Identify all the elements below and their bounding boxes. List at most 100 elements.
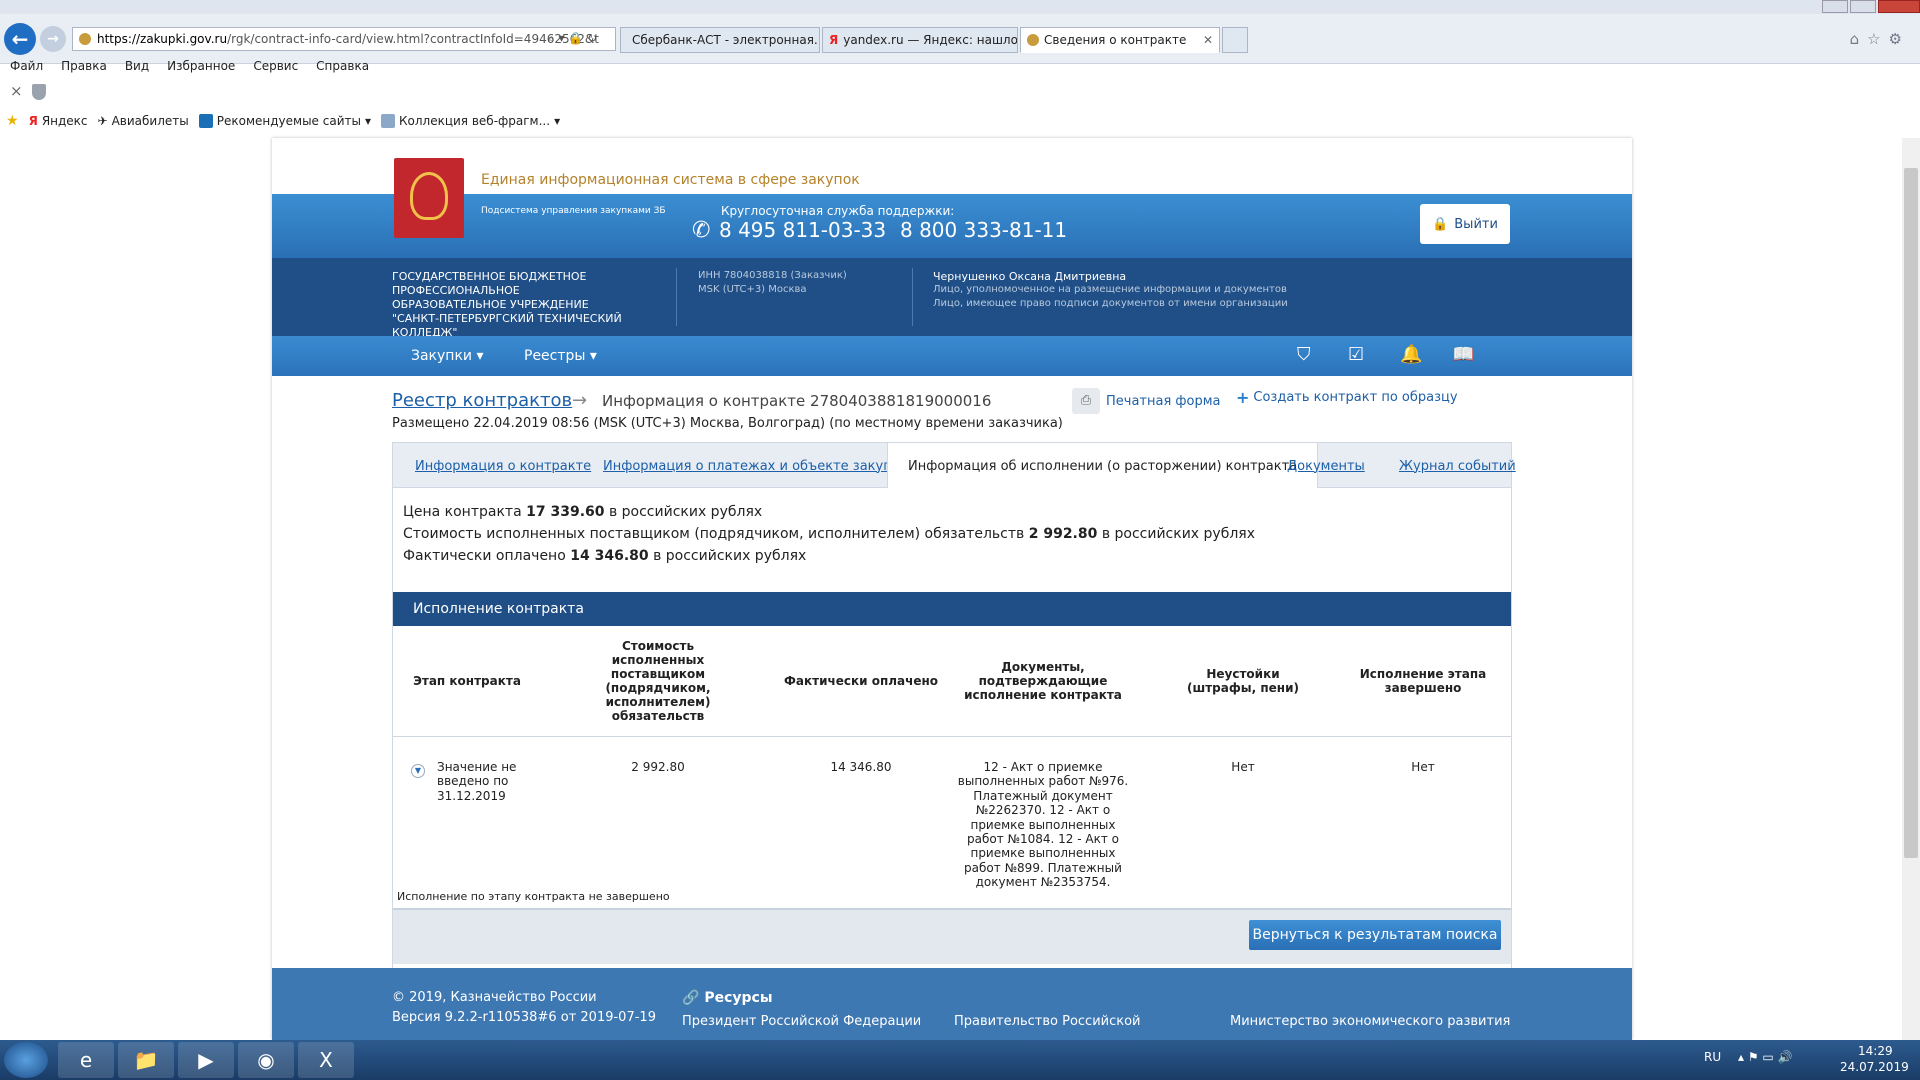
main-content: Реестр контрактов → Информация о контрак… xyxy=(272,376,1632,1032)
header-top: Единая информационная система в сфере за… xyxy=(272,138,1632,194)
close-icon[interactable]: × xyxy=(10,82,23,100)
create-contract-link[interactable]: + Создать контракт по образцу xyxy=(1236,388,1458,407)
close-window-icon[interactable] xyxy=(1878,0,1920,13)
tab-events[interactable]: Журнал событий xyxy=(1399,443,1516,489)
footer-link-president[interactable]: Президент Российской Федерации xyxy=(682,1014,921,1029)
maximize-icon[interactable] xyxy=(1850,0,1876,13)
footer: © 2019, Казначейство России Версия 9.2.2… xyxy=(272,968,1632,1040)
paid-currency: в российских рублях xyxy=(653,548,807,564)
folder-icon[interactable]: 📁 xyxy=(118,1042,174,1078)
org-inn: ИНН 7804038818 (Заказчик) xyxy=(698,270,847,281)
menu-help[interactable]: Справка xyxy=(316,59,369,73)
row-stage: Значение не введено по 31.12.2019 xyxy=(437,760,517,803)
org-info-bar: ГОСУДАРСТВЕННОЕ БЮДЖЕТНОЕ ПРОФЕССИОНАЛЬН… xyxy=(272,258,1632,339)
page-scrollbar[interactable] xyxy=(1902,138,1920,1040)
fav-yandex[interactable]: Я Яндекс xyxy=(29,114,88,128)
expand-icon[interactable]: ▼ xyxy=(411,764,425,778)
tab-yandex[interactable]: Я yandex.ru — Яндекс: нашлось... xyxy=(822,27,1018,53)
header-docs: Документы, подтверждающие исполнение кон… xyxy=(964,660,1122,702)
forward-icon[interactable]: → xyxy=(40,26,66,52)
back-icon[interactable]: ← xyxy=(4,23,36,55)
fav-webslices[interactable]: Коллекция веб-фрагм... ▾ xyxy=(381,114,560,128)
nav-purchases[interactable]: Закупки ▾ xyxy=(411,348,484,364)
price-value: 17 339.60 xyxy=(526,504,605,520)
command-bar: × xyxy=(0,82,1920,102)
printer-icon: ⎙ xyxy=(1072,388,1100,414)
bell-icon[interactable]: 🔔 xyxy=(1400,344,1422,365)
logout-label: Выйти xyxy=(1454,216,1498,232)
search-icon[interactable]: ⌕ ▾ 🔒 ↻ xyxy=(548,31,597,46)
menu-view[interactable]: Вид xyxy=(125,59,149,73)
new-tab-button[interactable] xyxy=(1222,27,1248,53)
plane-icon: ✈ xyxy=(97,114,108,128)
org-name: ГОСУДАРСТВЕННОЕ БЮДЖЕТНОЕ ПРОФЕССИОНАЛЬН… xyxy=(392,270,622,339)
close-tab-icon[interactable]: ✕ xyxy=(1203,33,1213,47)
print-form-link[interactable]: ⎙ Печатная форма xyxy=(1072,388,1221,414)
tab-payments[interactable]: Информация о платежах и объекте закупки xyxy=(603,443,908,489)
menu-edit[interactable]: Правка xyxy=(61,59,107,73)
menu-tools[interactable]: Сервис xyxy=(253,59,298,73)
copyright: © 2019, Казначейство России xyxy=(392,990,597,1005)
back-to-results-button[interactable]: Вернуться к результатам поиска xyxy=(1249,920,1501,950)
start-button[interactable] xyxy=(4,1042,48,1078)
tab-label: Сбербанк-АСТ - электронная... xyxy=(632,33,820,47)
footer-link-government[interactable]: Правительство Российской xyxy=(954,1014,1141,1029)
tab-execution[interactable]: Информация об исполнении (о расторжении)… xyxy=(887,443,1319,489)
language-indicator[interactable]: RU xyxy=(1704,1050,1721,1064)
footer-link-ministry[interactable]: Министерство экономического развития xyxy=(1230,1014,1510,1029)
web-page: Единая информационная система в сфере за… xyxy=(272,138,1632,1040)
logout-button[interactable]: 🔒 Выйти xyxy=(1420,204,1510,244)
fav-label: Авиабилеты xyxy=(111,114,189,128)
fav-label: Коллекция веб-фрагм... xyxy=(399,114,551,128)
tray-icons[interactable]: ▴ ⚑ ▭ 🔊 xyxy=(1738,1050,1793,1064)
tab-contract-info[interactable]: Информация о контракте xyxy=(415,443,591,489)
menu-file[interactable]: Файл xyxy=(10,59,43,73)
nav-label: Закупки xyxy=(411,348,473,364)
address-bar[interactable]: https://zakupki.gov.ru/rgk/contract-info… xyxy=(72,27,616,51)
tab-contract-info[interactable]: Сведения о контракте ✕ xyxy=(1020,27,1220,53)
window-controls xyxy=(1810,0,1920,14)
print-label: Печатная форма xyxy=(1106,393,1221,409)
row-docs: 12 - Акт о приемке выполненных работ №97… xyxy=(957,760,1129,890)
fav-recommended[interactable]: Рекомендуемые сайты ▾ xyxy=(198,114,371,128)
resources-label: Ресурсы xyxy=(704,990,773,1006)
fav-avia[interactable]: ✈ Авиабилеты xyxy=(98,114,189,128)
phone-1: 8 495 811-03-33 xyxy=(719,218,887,242)
price-currency: в российских рублях xyxy=(608,504,763,520)
header-paid: Фактически оплачено xyxy=(783,674,939,688)
scroll-thumb[interactable] xyxy=(1904,168,1918,858)
paid-value: 14 346.80 xyxy=(570,548,649,564)
browser-chrome: ← → https://zakupki.gov.ru/rgk/contract-… xyxy=(0,0,1920,138)
russian-emblem-icon xyxy=(394,158,464,238)
breadcrumb-root[interactable]: Реестр контрактов xyxy=(392,390,572,411)
row-paid: 14 346.80 xyxy=(830,760,892,774)
tab-sberbank[interactable]: Сбербанк-АСТ - электронная... xyxy=(620,27,820,53)
excel-icon[interactable]: X xyxy=(298,1042,354,1078)
book-search-icon[interactable]: 📖 xyxy=(1452,344,1474,365)
shield-icon[interactable] xyxy=(32,84,46,100)
title-bar xyxy=(0,0,1920,14)
site-favicon-icon xyxy=(79,33,91,45)
cost-value: 2 992.80 xyxy=(1028,526,1098,542)
bottom-bar: Вернуться к результатам поиска xyxy=(393,908,1511,964)
calendar-icon[interactable]: ☑ xyxy=(1348,344,1364,365)
nav-registries[interactable]: Реестры ▾ xyxy=(524,348,597,364)
header-support: Подсистема управления закупками ЗБ Кругл… xyxy=(272,194,1632,258)
media-player-icon[interactable]: ▶ xyxy=(178,1042,234,1078)
stage-note: Исполнение по этапу контракта не заверше… xyxy=(397,890,670,903)
row-done: Нет xyxy=(1411,760,1435,774)
subsystem-label: Подсистема управления закупками ЗБ xyxy=(481,206,666,216)
row-cost: 2 992.80 xyxy=(631,760,685,774)
version: Версия 9.2.2-r110538#6 от 2019-07-19 xyxy=(392,1010,656,1025)
tab-documents[interactable]: Документы xyxy=(1287,443,1365,489)
breadcrumb-current: Информация о контракте 27804038818190000… xyxy=(602,392,992,410)
home-star-gear-icons[interactable]: ⌂☆⚙ xyxy=(1850,30,1910,48)
ie-icon[interactable]: e xyxy=(58,1042,114,1078)
menu-favorites[interactable]: Избранное xyxy=(167,59,235,73)
favorites-star-icon[interactable]: ★ xyxy=(6,113,19,129)
shield-icon[interactable]: ⛉ xyxy=(1297,344,1311,365)
fav-label: Яндекс xyxy=(41,114,88,128)
chrome-icon[interactable]: ◉ xyxy=(238,1042,294,1078)
placed-date: Размещено 22.04.2019 08:56 (MSK (UTC+3) … xyxy=(392,416,1063,431)
minimize-icon[interactable] xyxy=(1822,0,1848,13)
